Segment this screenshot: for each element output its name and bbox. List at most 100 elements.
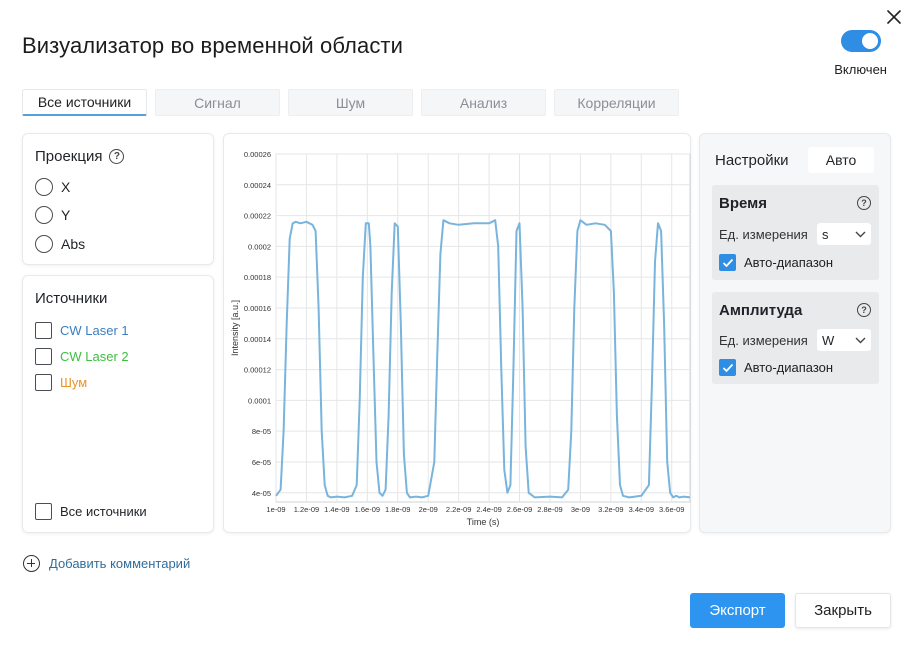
x-tick-label: 2e-09 — [419, 505, 438, 514]
sources-panel: Источники CW Laser 1 CW Laser 2 Шум Все … — [22, 275, 214, 533]
amplitude-auto-range-label: Авто-диапазон — [744, 360, 834, 375]
radio-label: Y — [61, 207, 71, 223]
amplitude-title: Амплитуда — [719, 302, 803, 319]
amplitude-auto-range[interactable]: Авто-диапазон — [719, 359, 833, 376]
y-tick-label: 8e-05 — [252, 427, 271, 436]
projection-panel: Проекция ? X Y Abs — [22, 133, 214, 265]
x-tick-label: 3e-09 — [571, 505, 590, 514]
y-tick-label: 0.0002 — [248, 242, 271, 251]
dialog-title: Визуализатор во временной области — [22, 33, 403, 58]
time-unit-select[interactable]: s — [817, 223, 871, 245]
y-tick-label: 4e-05 — [252, 489, 271, 498]
x-tick-label: 3.2e-09 — [598, 505, 623, 514]
tab-correlations[interactable]: Корреляции — [554, 89, 679, 116]
time-unit-label: Ед. измерения — [719, 227, 808, 242]
export-button[interactable]: Экспорт — [690, 593, 785, 628]
checkbox[interactable] — [35, 503, 52, 520]
tab-bar: Все источники Сигнал Шум Анализ Корреляц… — [22, 89, 679, 116]
time-group: Время ? Ед. измерения s Авто-диапазон — [712, 185, 879, 280]
y-tick-label: 0.00012 — [244, 366, 271, 375]
amplitude-unit-label: Ед. измерения — [719, 333, 808, 348]
sources-title: Источники — [35, 290, 108, 307]
y-tick-label: 0.00014 — [244, 335, 271, 344]
source-all[interactable]: Все источники — [35, 503, 147, 520]
x-tick-label: 1.8e-09 — [385, 505, 410, 514]
checkbox[interactable] — [35, 348, 52, 365]
amplitude-unit-value: W — [822, 332, 835, 348]
help-icon[interactable]: ? — [857, 196, 871, 210]
projection-title: Проекция — [35, 148, 103, 165]
x-tick-label: 1.2e-09 — [294, 505, 319, 514]
radio-x[interactable]: X — [35, 178, 70, 196]
checkbox[interactable] — [35, 374, 52, 391]
x-tick-label: 1.6e-09 — [355, 505, 380, 514]
x-tick-label: 2.6e-09 — [507, 505, 532, 514]
chevron-down-icon — [855, 337, 866, 343]
x-tick-label: 2.4e-09 — [476, 505, 501, 514]
tab-signal[interactable]: Сигнал — [155, 89, 280, 116]
radio-circle[interactable] — [35, 206, 53, 224]
help-icon[interactable]: ? — [857, 303, 871, 317]
checkbox-checked[interactable] — [719, 359, 736, 376]
source-label: Шум — [60, 375, 88, 390]
y-tick-label: 0.0001 — [248, 396, 271, 405]
checkbox[interactable] — [35, 322, 52, 339]
tab-noise[interactable]: Шум — [288, 89, 413, 116]
radio-label: X — [61, 179, 71, 195]
add-comment-link[interactable]: Добавить комментарий — [23, 555, 190, 572]
checkmark-icon — [722, 363, 733, 372]
enabled-toggle-label: Включен — [834, 62, 887, 77]
x-tick-label: 2.8e-09 — [537, 505, 562, 514]
time-auto-range[interactable]: Авто-диапазон — [719, 254, 833, 271]
chevron-down-icon — [855, 231, 866, 237]
amplitude-unit-select[interactable]: W — [817, 329, 871, 351]
checkbox-checked[interactable] — [719, 254, 736, 271]
chart-panel: 0.00026 0.00024 0.00022 0.0002 0.00018 0.0001… — [223, 133, 691, 533]
checkmark-icon — [722, 258, 733, 267]
y-tick-label: 0.00018 — [244, 273, 271, 282]
time-domain-chart[interactable]: 0.00026 0.00024 0.00022 0.0002 0.00018 0.0001… — [224, 134, 692, 534]
radio-circle[interactable] — [35, 178, 53, 196]
plus-circle-icon — [23, 555, 40, 572]
radio-abs[interactable]: Abs — [35, 235, 85, 253]
source-cw-laser-2[interactable]: CW Laser 2 — [35, 348, 129, 365]
x-tick-label: 3.6e-09 — [659, 505, 684, 514]
help-icon[interactable]: ? — [109, 149, 125, 164]
radio-label: Abs — [61, 236, 86, 252]
source-cw-laser-1[interactable]: CW Laser 1 — [35, 322, 129, 339]
x-tick-label: 1.4e-09 — [324, 505, 349, 514]
x-axis-label: Time (s) — [467, 517, 500, 527]
y-tick-label: 0.00026 — [244, 150, 271, 159]
time-unit-value: s — [822, 226, 829, 242]
y-axis-label: Intensity [a.u.] — [230, 300, 240, 356]
y-tick-label: 0.00016 — [244, 304, 271, 313]
y-tick-label: 0.00024 — [244, 181, 271, 190]
close-icon[interactable] — [885, 8, 903, 26]
add-comment-label: Добавить комментарий — [49, 556, 191, 571]
y-tick-label: 0.00022 — [244, 212, 271, 221]
settings-title: Настройки — [715, 152, 789, 169]
x-tick-label: 1e-09 — [266, 505, 285, 514]
enabled-toggle-group: Включен — [834, 30, 887, 77]
settings-panel: Настройки Авто Время ? Ед. измерения s А… — [699, 133, 891, 533]
tab-all-sources[interactable]: Все источники — [22, 89, 147, 116]
radio-y[interactable]: Y — [35, 206, 70, 224]
projection-title-row: Проекция ? — [35, 148, 125, 165]
source-all-label: Все источники — [60, 504, 147, 519]
close-button[interactable]: Закрыть — [795, 593, 891, 628]
source-noise[interactable]: Шум — [35, 374, 87, 391]
y-tick-label: 6e-05 — [252, 458, 271, 467]
amplitude-group: Амплитуда ? Ед. измерения W Авто-диапазо… — [712, 292, 879, 384]
x-tick-label: 2.2e-09 — [446, 505, 471, 514]
time-title: Время — [719, 195, 767, 212]
source-label: CW Laser 1 — [60, 323, 129, 338]
auto-button[interactable]: Авто — [808, 147, 874, 173]
time-auto-range-label: Авто-диапазон — [744, 255, 834, 270]
plot-area — [275, 153, 691, 503]
tab-analysis[interactable]: Анализ — [421, 89, 546, 116]
toggle-knob — [861, 33, 878, 49]
enabled-toggle[interactable] — [840, 30, 881, 52]
radio-circle[interactable] — [35, 235, 53, 253]
x-tick-label: 3.4e-09 — [629, 505, 654, 514]
source-label: CW Laser 2 — [60, 349, 129, 364]
